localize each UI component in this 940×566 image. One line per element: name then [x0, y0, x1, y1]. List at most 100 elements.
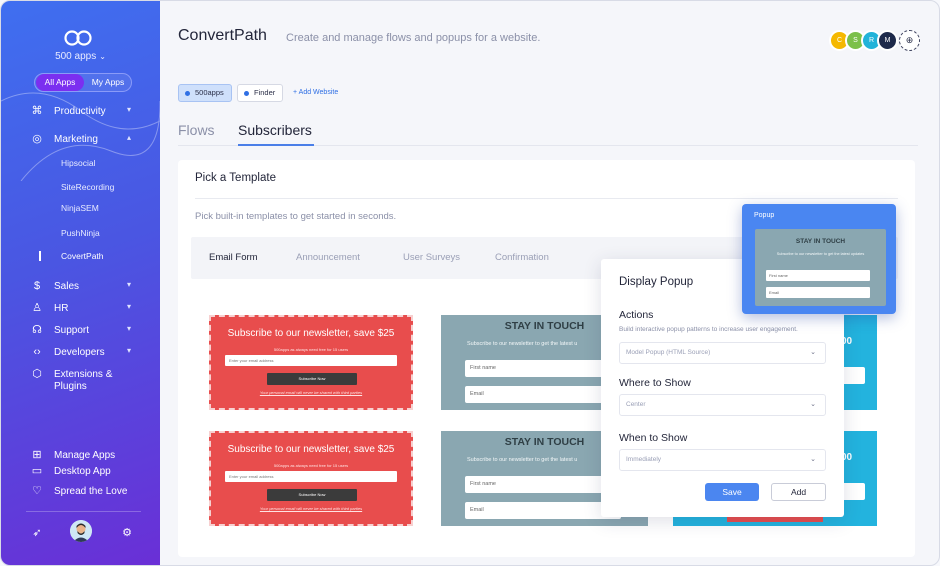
sidebar-subitem-pushninja[interactable]: PushNinja: [61, 228, 100, 238]
website-dot-icon: [185, 91, 190, 96]
sidebar-item-label-line2: Plugins: [54, 381, 87, 392]
template-small: 500apps as always need free for 15 users: [273, 463, 349, 468]
monitor-icon: ▭: [31, 465, 43, 477]
rocket-icon[interactable]: ➶: [30, 526, 44, 540]
template-first-name: First name: [465, 360, 621, 377]
chevron-down-icon: ⌄: [810, 349, 816, 356]
sidebar-item-label: Extensions &: [54, 369, 113, 380]
active-tab-indicator: [238, 144, 314, 146]
add-website-link[interactable]: + Add Website: [293, 89, 338, 96]
sidebar-item-hr[interactable]: ♙ HR ▾: [1, 302, 160, 318]
template-subscribe-button: Subscribe Now: [267, 489, 357, 501]
manage-apps-link[interactable]: ⊞ Manage Apps: [1, 449, 160, 465]
actions-select[interactable]: Model Popup (HTML Source) ⌄: [619, 342, 826, 364]
cube-icon: ⬡: [32, 368, 42, 380]
where-to-show-label: Where to Show: [619, 377, 691, 389]
card-divider: [195, 198, 898, 199]
500apps-logo-icon[interactable]: [63, 29, 93, 47]
website-chip-label: Finder: [254, 88, 276, 97]
sidebar: 500 apps ⌄ All Apps My Apps ⌘ Productivit…: [1, 1, 160, 565]
tab-announcement[interactable]: Announcement: [296, 252, 360, 263]
template-email: Email: [465, 386, 621, 403]
template-red-1[interactable]: Subscribe to our newsletter, save $25 50…: [209, 315, 413, 410]
website-chip-finder[interactable]: Finder: [237, 84, 284, 102]
chevron-down-icon: ▾: [127, 105, 132, 114]
tab-email-form[interactable]: Email Form: [209, 252, 258, 263]
website-chip-label: 500apps: [195, 88, 224, 97]
app-switcher[interactable]: 500 apps ⌄: [1, 51, 160, 62]
manage-apps-label: Manage Apps: [54, 450, 116, 461]
template-red-2[interactable]: Subscribe to our newsletter, save $25 50…: [209, 431, 413, 526]
actions-select-value: Model Popup (HTML Source): [626, 349, 711, 356]
chevron-down-icon: ▾: [127, 302, 132, 311]
panel-title: Display Popup: [619, 276, 694, 288]
grid-icon: ⊞: [32, 449, 42, 461]
apps-filter-toggle: All Apps My Apps: [34, 73, 132, 92]
template-note: Your personal email will never be shared…: [259, 506, 363, 511]
command-icon: ⌘: [31, 105, 43, 117]
template-input: [841, 367, 865, 384]
sidebar-item-extensions[interactable]: ⬡ Extensions & Plugins: [1, 368, 160, 396]
save-button[interactable]: Save: [705, 483, 759, 501]
chevron-down-icon: ⌄: [810, 401, 816, 408]
sidebar-item-developers[interactable]: ‹› Developers ▾: [1, 346, 160, 362]
sidebar-item-productivity[interactable]: ⌘ Productivity ▾: [1, 105, 160, 121]
template-heading: Subscribe to our newsletter, save $25: [227, 328, 395, 339]
preview-first-name: First name: [766, 270, 870, 281]
preview-sub: Subscribe to our newsletter to get the l…: [776, 252, 865, 256]
dollar-icon: $: [33, 280, 41, 292]
when-to-show-select[interactable]: Immediately ⌄: [619, 449, 826, 471]
website-chip-500apps[interactable]: 500apps: [178, 84, 232, 102]
actions-help: Build interactive popup patterns to incr…: [619, 326, 798, 333]
card-subtitle: Pick built-in templates to get started i…: [195, 211, 397, 222]
sidebar-item-marketing[interactable]: ◎ Marketing ▴: [1, 133, 160, 149]
preview-label: Popup: [754, 212, 775, 219]
avatar-m[interactable]: M: [877, 30, 898, 51]
template-first-name: First name: [465, 476, 621, 493]
sidebar-item-label: Marketing: [54, 134, 98, 145]
popup-preview[interactable]: Popup STAY IN TOUCH Subscribe to our new…: [742, 204, 896, 314]
all-apps-toggle[interactable]: All Apps: [36, 74, 84, 91]
sidebar-divider: [26, 511, 141, 512]
template-heading: Subscribe to our newsletter, save $25: [227, 444, 395, 455]
preview-email: Email: [766, 287, 870, 298]
tab-user-surveys[interactable]: User Surveys: [403, 252, 460, 263]
template-sub: Subscribe to our newsletter to get the l…: [467, 341, 578, 347]
template-email-input: Enter your email address: [225, 471, 397, 482]
sidebar-item-support[interactable]: ☊ Support ▾: [1, 324, 160, 340]
preview-template: STAY IN TOUCH Subscribe to our newslette…: [755, 229, 886, 306]
sidebar-subitem-siterecording[interactable]: SiteRecording: [61, 182, 114, 192]
sidebar-subitem-ninjasem[interactable]: NinjaSEM: [61, 203, 99, 213]
sidebar-item-label: Support: [54, 325, 90, 336]
sidebar-subitem-covertpath[interactable]: CovertPath: [61, 251, 104, 261]
tab-subscribers[interactable]: Subscribers: [238, 122, 312, 138]
heart-icon: ♡: [32, 485, 42, 497]
app-switcher-label: 500 apps: [55, 51, 97, 62]
card-title: Pick a Template: [195, 172, 276, 184]
my-apps-toggle[interactable]: My Apps: [85, 74, 131, 91]
spread-the-love-link[interactable]: ♡ Spread the Love: [1, 485, 160, 501]
add-user-icon[interactable]: ⊕: [899, 30, 920, 51]
spread-the-love-label: Spread the Love: [54, 486, 128, 497]
gear-icon[interactable]: ⚙: [120, 526, 134, 540]
sidebar-subitem-hipsocial[interactable]: Hipsocial: [61, 158, 96, 168]
tab-confirmation[interactable]: Confirmation: [495, 252, 549, 263]
when-to-show-label: When to Show: [619, 432, 688, 444]
website-dot-icon: [244, 91, 249, 96]
target-icon: ◎: [32, 133, 42, 145]
desktop-app-link[interactable]: ▭ Desktop App: [1, 465, 160, 481]
chevron-up-icon: ▴: [127, 133, 132, 142]
template-subscribe-button: Subscribe Now: [267, 373, 357, 385]
tab-flows[interactable]: Flows: [178, 122, 215, 138]
chevron-down-icon: ▾: [127, 280, 132, 289]
add-button[interactable]: Add: [771, 483, 826, 501]
chevron-down-icon: ⌄: [810, 456, 816, 463]
active-indicator: [39, 251, 41, 261]
template-sub: Subscribe to our newsletter to get the l…: [467, 457, 578, 463]
where-select-value: Center: [626, 401, 646, 408]
sidebar-item-label: Sales: [54, 281, 80, 292]
sidebar-item-sales[interactable]: $ Sales ▾: [1, 280, 160, 296]
where-to-show-select[interactable]: Center ⌄: [619, 394, 826, 416]
template-note: Your personal email will never be shared…: [259, 390, 363, 395]
user-avatar[interactable]: [70, 520, 92, 542]
